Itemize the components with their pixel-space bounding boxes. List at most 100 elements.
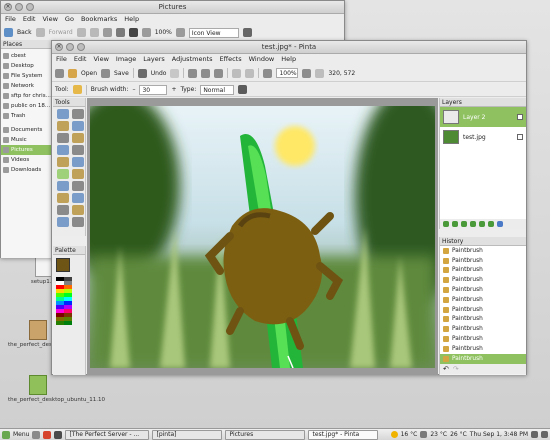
history-item[interactable]: Paintbrush — [440, 344, 526, 354]
zoom-out-icon[interactable] — [263, 68, 273, 78]
menu-bookmarks[interactable]: Bookmarks — [81, 14, 117, 25]
history-item[interactable]: Paintbrush — [440, 334, 526, 344]
search-icon[interactable] — [242, 28, 252, 37]
places-item[interactable]: Documents — [1, 125, 52, 135]
places-item[interactable]: Videos — [1, 155, 52, 165]
undo-icon[interactable] — [137, 68, 147, 78]
move-up-icon[interactable] — [479, 221, 485, 227]
back-icon[interactable] — [4, 28, 13, 37]
open-button[interactable]: Open — [81, 70, 97, 77]
layer-visibility-checkbox[interactable] — [517, 134, 523, 140]
history-item[interactable]: Paintbrush — [440, 295, 526, 305]
add-layer-icon[interactable] — [443, 221, 449, 227]
places-item[interactable]: Network — [1, 81, 52, 91]
brush-type-select[interactable]: Normal — [200, 84, 235, 95]
merge-layer-icon[interactable] — [470, 221, 476, 227]
antialiasing-icon[interactable] — [238, 85, 248, 94]
places-item[interactable]: Downloads — [1, 165, 52, 175]
task-button-server[interactable]: [The Perfect Server - ... — [65, 429, 150, 440]
menu-adjustments[interactable]: Adjustments — [172, 54, 213, 65]
menu-file[interactable]: File — [56, 54, 67, 65]
zoom-in-icon[interactable] — [302, 68, 312, 78]
sensor-icon[interactable] — [420, 431, 428, 438]
minimize-icon[interactable] — [15, 3, 23, 11]
pan-tool-icon[interactable] — [72, 145, 84, 155]
menu-image[interactable]: Image — [116, 54, 136, 65]
palette-swatch[interactable] — [64, 321, 72, 325]
move-selection-tool-icon[interactable] — [72, 121, 84, 131]
places-item[interactable]: sftp for chris... — [1, 91, 52, 101]
zoom-combo[interactable]: 100% — [276, 68, 299, 78]
copy-icon[interactable] — [201, 68, 211, 78]
paint-bucket-tool-icon[interactable] — [57, 157, 69, 167]
ellipse-tool-icon[interactable] — [57, 217, 69, 227]
forward-icon[interactable] — [35, 28, 45, 37]
zoom-in-icon[interactable] — [175, 28, 185, 37]
ellipse-select-tool-icon[interactable] — [57, 133, 69, 143]
undo-button[interactable]: Undo — [151, 70, 167, 77]
task-button-pinta-folder[interactable]: [pinta] — [152, 429, 223, 440]
color-picker-tool-icon[interactable] — [72, 181, 84, 191]
browser-icon[interactable] — [43, 430, 52, 439]
redo-icon[interactable] — [170, 68, 180, 78]
places-item[interactable]: Trash — [1, 111, 52, 121]
menu-view[interactable]: View — [42, 14, 57, 25]
primary-color-swatch[interactable] — [56, 258, 70, 272]
close-icon[interactable]: × — [55, 43, 63, 51]
lasso-select-tool-icon[interactable] — [57, 121, 69, 131]
palette-swatch[interactable] — [56, 321, 64, 325]
history-item[interactable]: Paintbrush — [440, 266, 526, 276]
weather-icon[interactable] — [390, 431, 398, 438]
menu-edit[interactable]: Edit — [74, 54, 87, 65]
desktop-icon-folder[interactable]: the_perfect_desktop_ubuntu_11.10 — [8, 375, 105, 404]
menu-effects[interactable]: Effects — [220, 54, 242, 65]
save-icon[interactable] — [101, 68, 111, 78]
menu-icon[interactable] — [2, 430, 10, 439]
layer-row-selected[interactable]: Layer 2 — [440, 107, 526, 127]
zoom-out-icon[interactable] — [141, 28, 151, 37]
layer-properties-icon[interactable] — [497, 221, 503, 227]
places-item[interactable]: Pictures — [1, 145, 52, 155]
menu-help[interactable]: Help — [281, 54, 296, 65]
zoom-tool-icon[interactable] — [72, 133, 84, 143]
text-tool-icon[interactable] — [57, 193, 69, 203]
duplicate-layer-icon[interactable] — [461, 221, 467, 227]
layer-visibility-checkbox[interactable] — [517, 114, 523, 120]
home-icon[interactable] — [115, 28, 125, 37]
view-mode-select[interactable]: Icon View — [188, 27, 239, 38]
history-item[interactable]: Paintbrush — [440, 256, 526, 266]
move-down-icon[interactable] — [488, 221, 494, 227]
places-item[interactable]: File System — [1, 71, 52, 81]
image-canvas[interactable] — [90, 106, 435, 368]
places-item[interactable]: public on 18... — [1, 101, 52, 111]
reload-icon[interactable] — [102, 28, 112, 37]
paste-icon[interactable] — [214, 68, 224, 78]
history-item[interactable]: Paintbrush — [440, 305, 526, 315]
pencil-tool-icon[interactable] — [72, 169, 84, 179]
paintbrush-icon[interactable] — [72, 85, 82, 94]
volume-icon[interactable] — [541, 431, 548, 438]
up-icon[interactable] — [76, 28, 86, 37]
stop-icon[interactable] — [89, 28, 99, 37]
menu-go[interactable]: Go — [65, 14, 74, 25]
history-undo-icon[interactable]: ↶ — [443, 365, 449, 373]
history-item[interactable]: Paintbrush — [440, 246, 526, 256]
paintbrush-tool-icon[interactable] — [57, 169, 69, 179]
deselect-icon[interactable] — [245, 68, 255, 78]
menu-file[interactable]: File — [5, 14, 16, 25]
places-item[interactable]: cbest — [1, 51, 52, 61]
eraser-tool-icon[interactable] — [57, 181, 69, 191]
close-icon[interactable]: × — [4, 3, 12, 11]
minimize-icon[interactable] — [66, 43, 74, 51]
layer-row[interactable]: test.jpg — [440, 127, 526, 147]
computer-icon[interactable] — [128, 28, 138, 37]
crop-icon[interactable] — [232, 68, 242, 78]
brush-width-increase[interactable]: + — [171, 86, 176, 93]
save-button[interactable]: Save — [114, 70, 129, 77]
menu-edit[interactable]: Edit — [23, 14, 36, 25]
menu-view[interactable]: View — [93, 54, 108, 65]
freeform-shape-tool-icon[interactable] — [72, 217, 84, 227]
history-redo-icon[interactable]: ↷ — [453, 365, 459, 373]
places-item[interactable]: Music — [1, 135, 52, 145]
history-item[interactable]: Paintbrush — [440, 324, 526, 334]
